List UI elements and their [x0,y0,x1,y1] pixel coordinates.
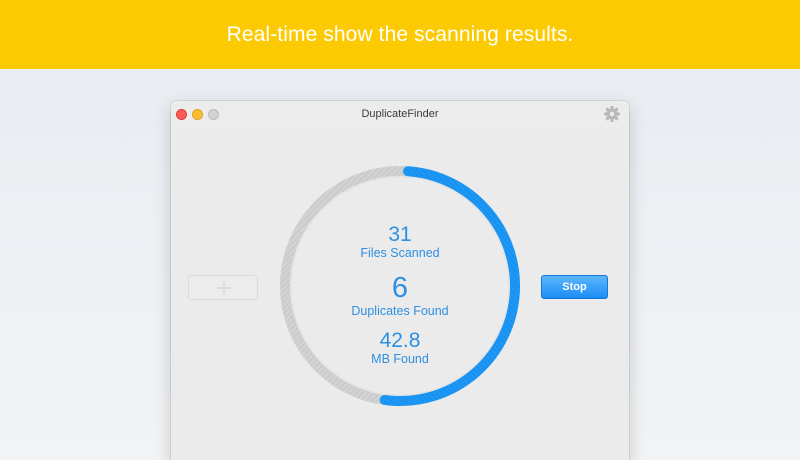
title-bar[interactable]: DuplicateFinder [171,101,629,127]
app-window: DuplicateFinder 31 Files Scanned 6 Dupli… [171,101,629,460]
add-folder-button[interactable] [188,275,258,300]
stop-button[interactable]: Stop [541,275,608,299]
plus-icon [217,281,231,295]
files-scanned-stat: 31 Files Scanned [342,224,458,260]
settings-gear-icon[interactable] [603,105,621,123]
duplicates-found-label: Duplicates Found [351,304,449,318]
window-title: DuplicateFinder [361,108,439,120]
mb-found-stat: 42.8 MB Found [342,330,458,366]
mb-found-value: 42.8 [379,329,421,352]
promo-banner: Real-time show the scanning results. [0,0,800,69]
files-scanned-value: 31 [388,223,412,246]
duplicates-found-value: 6 [391,272,409,304]
files-scanned-label: Files Scanned [360,246,440,260]
banner-headline: Real-time show the scanning results. [226,22,574,46]
mb-found-label: MB Found [371,352,429,366]
duplicates-found-stat: 6 Duplicates Found [342,272,458,319]
